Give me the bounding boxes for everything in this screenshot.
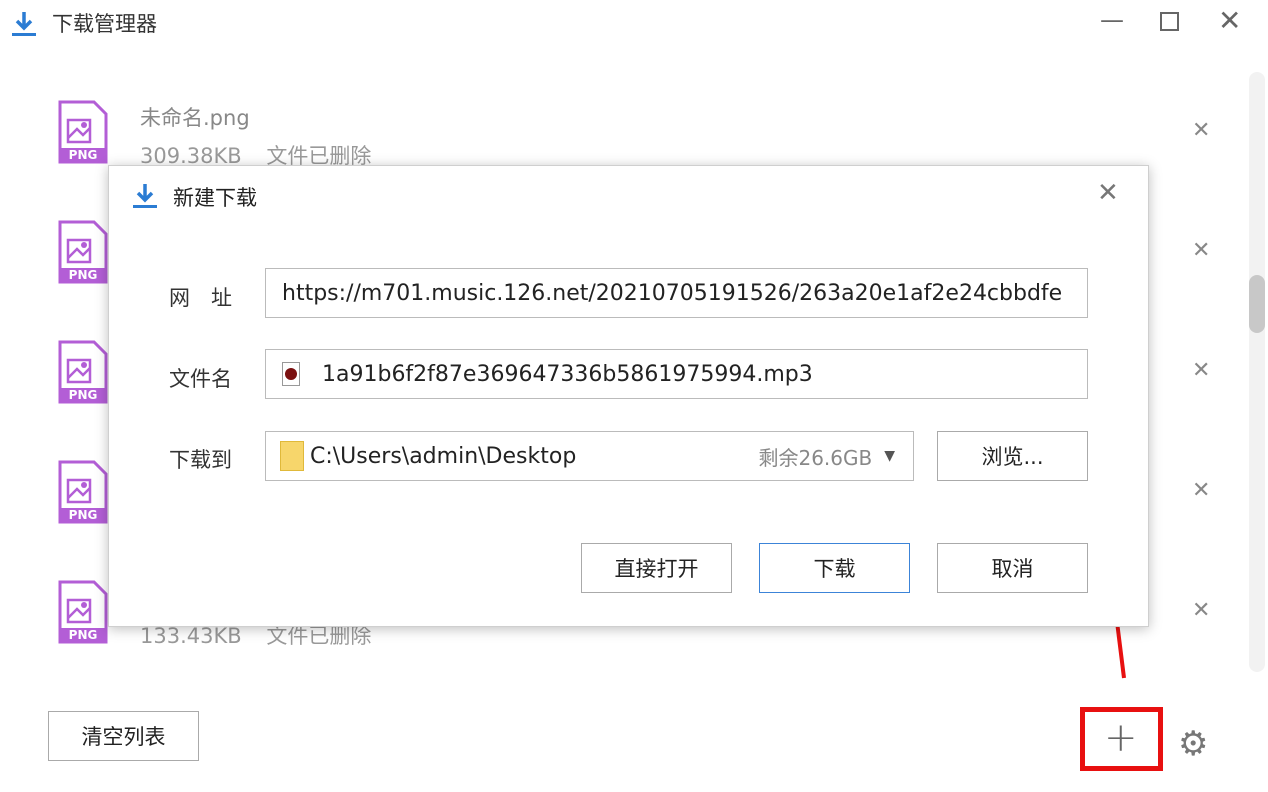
saveto-select[interactable]: C:\Users\admin\Desktop 剩余26.6GB ▼ (265, 431, 914, 481)
url-label: 网 址 (169, 286, 232, 310)
new-download-dialog: 新建下载 ✕ 网 址 https://m701.music.126.net/20… (108, 165, 1149, 627)
filename-label: 文件名 (169, 367, 232, 391)
mp3-file-icon (282, 362, 300, 386)
url-input[interactable]: https://m701.music.126.net/2021070519152… (265, 268, 1088, 318)
saveto-value: C:\Users\admin\Desktop (310, 443, 577, 469)
folder-icon (280, 441, 304, 471)
dialog-title: 新建下载 (173, 186, 257, 210)
free-space: 剩余26.6GB (758, 445, 873, 470)
download-icon (133, 184, 157, 208)
download-button[interactable]: 下载 (759, 543, 910, 593)
open-directly-button[interactable]: 直接打开 (581, 543, 732, 593)
browse-button[interactable]: 浏览... (937, 431, 1088, 481)
filename-value: 1a91b6f2f87e369647336b5861975994.mp3 (322, 361, 813, 387)
chevron-down-icon: ▼ (884, 448, 895, 464)
cancel-button[interactable]: 取消 (937, 543, 1088, 593)
saveto-label: 下载到 (169, 448, 232, 472)
dialog-close-button[interactable]: ✕ (1097, 178, 1119, 208)
filename-input[interactable]: 1a91b6f2f87e369647336b5861975994.mp3 (265, 349, 1088, 399)
